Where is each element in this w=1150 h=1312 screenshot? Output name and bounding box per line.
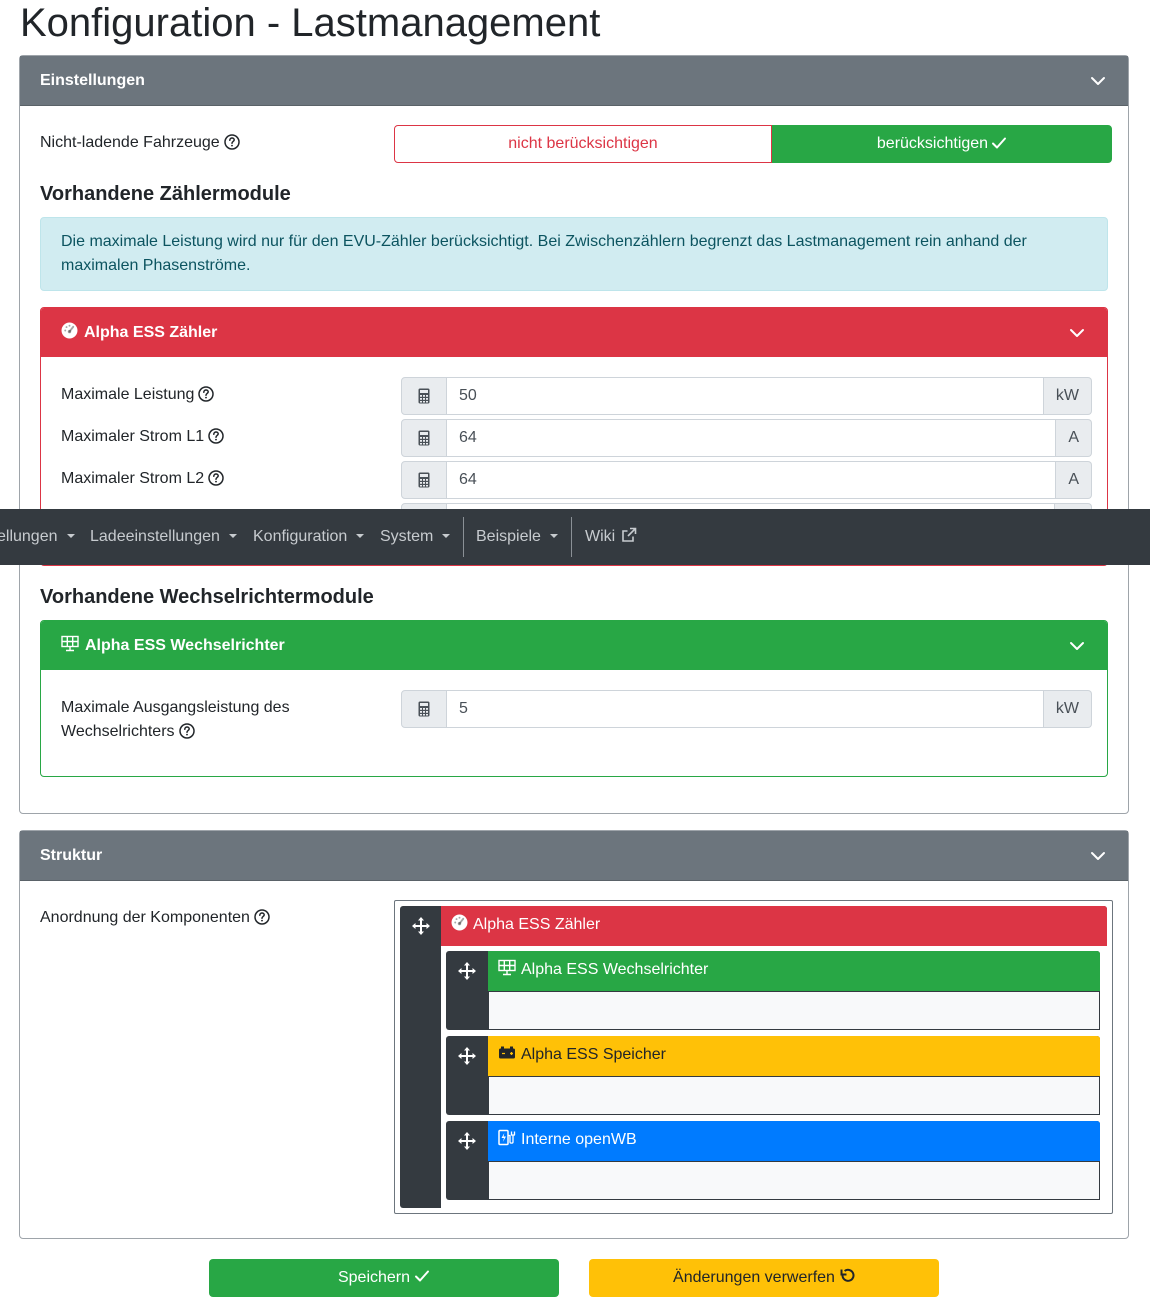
structure-card-header[interactable]: Struktur: [20, 831, 1128, 881]
nav-divider: [463, 517, 464, 557]
page-title: Konfiguration - Lastmanagement: [20, 1, 601, 45]
question-circle-icon[interactable]: [224, 134, 240, 150]
question-circle-icon[interactable]: [198, 386, 214, 402]
nav-item-wiki[interactable]: Wiki: [585, 509, 637, 565]
external-link-icon: [621, 527, 637, 543]
tree-node-inverter[interactable]: Alpha ESS Wechselrichter: [446, 951, 1100, 1030]
tree-node-battery[interactable]: Alpha ESS Speicher: [446, 1036, 1100, 1115]
gauge-icon: [61, 322, 78, 339]
settings-card-header[interactable]: Einstellungen: [20, 56, 1128, 106]
check-icon: [414, 1268, 430, 1284]
unit-label: kW: [1043, 377, 1092, 415]
max-output-input-group: 5 kW: [401, 690, 1092, 728]
max-current-l1-input-group: 64 A: [401, 419, 1092, 457]
question-circle-icon[interactable]: [208, 470, 224, 486]
settings-card-title: Einstellungen: [40, 72, 145, 89]
non-charging-toggle: nicht berücksichtigen berücksichtigen: [394, 125, 1112, 163]
top-navbar: ellungen Ladeeinstellungen Konfiguration…: [0, 509, 1150, 565]
tree-node-inverter-title: Alpha ESS Wechselrichter: [488, 951, 1100, 991]
tree-node-battery-title: Alpha ESS Speicher: [488, 1036, 1100, 1076]
calculator-icon: [401, 461, 447, 499]
check-icon: [991, 135, 1007, 151]
nav-item-examples[interactable]: Beispiele: [476, 509, 558, 565]
move-arrows-icon[interactable]: [446, 1036, 488, 1076]
max-current-l2-input-group: 64 A: [401, 461, 1092, 499]
max-current-l1-input[interactable]: 64: [447, 419, 1057, 457]
car-battery-icon: [498, 1044, 516, 1061]
charging-station-icon: [498, 1129, 516, 1146]
max-current-l2-label: Maximaler Strom L2: [61, 467, 224, 491]
discard-button[interactable]: Änderungen verwerfen: [589, 1259, 939, 1297]
calculator-icon: [401, 419, 447, 457]
calculator-icon: [401, 377, 447, 415]
move-arrows-icon[interactable]: [446, 1121, 488, 1161]
undo-icon: [839, 1268, 855, 1284]
solar-panel-icon: [61, 635, 79, 652]
non-charging-label: Nicht-ladende Fahrzeuge: [40, 131, 240, 155]
max-output-label: Maximale Ausgangsleistung des Wechselric…: [61, 699, 290, 740]
max-output-input[interactable]: 5: [447, 690, 1044, 728]
nav-item-settings[interactable]: ellungen: [0, 509, 75, 565]
gauge-icon: [451, 914, 468, 931]
move-arrows-icon[interactable]: [400, 906, 442, 946]
solar-panel-icon: [498, 959, 516, 976]
consider-button[interactable]: berücksichtigen: [772, 125, 1112, 163]
max-current-l1-label: Maximaler Strom L1: [61, 425, 224, 449]
max-power-label: Maximale Leistung: [61, 383, 214, 407]
max-power-input[interactable]: 50: [447, 377, 1044, 415]
caret-down-icon: [442, 534, 451, 538]
caret-down-icon: [228, 534, 237, 538]
nav-item-charge-settings[interactable]: Ladeeinstellungen: [90, 509, 237, 565]
chevron-down-icon[interactable]: [1069, 638, 1085, 654]
structure-card-title: Struktur: [40, 847, 103, 864]
caret-down-icon: [356, 534, 365, 538]
question-circle-icon[interactable]: [254, 909, 270, 925]
caret-down-icon: [66, 534, 75, 538]
inverter-card-header[interactable]: Alpha ESS Wechselrichter: [41, 621, 1107, 670]
nav-divider: [571, 517, 572, 557]
inverter-modules-title: Vorhandene Wechselrichtermodule: [40, 586, 374, 608]
info-alert: Die maximale Leistung wird nur für den E…: [40, 217, 1108, 291]
counter-modules-title: Vorhandene Zählermodule: [40, 183, 291, 205]
question-circle-icon[interactable]: [208, 428, 224, 444]
unit-label: kW: [1043, 690, 1092, 728]
calculator-icon: [401, 690, 447, 728]
chevron-down-icon[interactable]: [1090, 848, 1106, 864]
caret-down-icon: [549, 534, 558, 538]
counter-card-header[interactable]: Alpha ESS Zähler: [41, 308, 1107, 357]
tree-node-chargepoint[interactable]: Interne openWB: [446, 1121, 1100, 1200]
chevron-down-icon[interactable]: [1090, 73, 1106, 89]
nav-item-system[interactable]: System: [380, 509, 451, 565]
chevron-down-icon[interactable]: [1069, 325, 1085, 341]
unit-label: A: [1056, 461, 1092, 499]
tree-node-root-title: Alpha ESS Zähler: [441, 906, 1107, 946]
max-power-input-group: 50 kW: [401, 377, 1092, 415]
unit-label: A: [1056, 419, 1092, 457]
tree-node-chargepoint-children: [488, 1161, 1100, 1200]
tree-node-battery-children: [488, 1076, 1100, 1115]
max-current-l2-input[interactable]: 64: [447, 461, 1057, 499]
not-consider-button[interactable]: nicht berücksichtigen: [394, 125, 772, 163]
save-button[interactable]: Speichern: [209, 1259, 559, 1297]
tree-node-inverter-children: [488, 991, 1100, 1030]
nav-item-configuration[interactable]: Konfiguration: [253, 509, 365, 565]
move-arrows-icon[interactable]: [446, 951, 488, 991]
tree-node-chargepoint-title: Interne openWB: [488, 1121, 1100, 1161]
question-circle-icon[interactable]: [179, 723, 195, 739]
component-order-label: Anordnung der Komponenten: [40, 906, 270, 930]
